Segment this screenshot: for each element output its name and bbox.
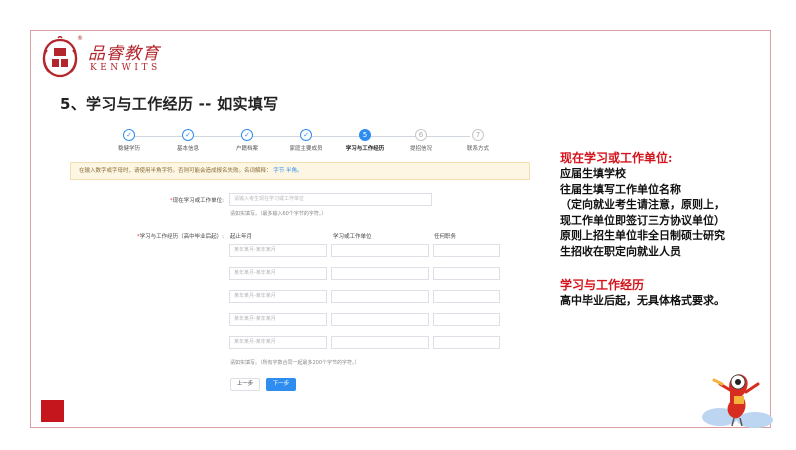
notice-text: 在输入数字或字母时，请使用半角字符。否则可能会造成报名失败。名词解释：: [79, 168, 272, 174]
step-1[interactable]: ✓ 稳健学历: [97, 129, 161, 152]
period-input[interactable]: 某年某月-某年某月: [229, 244, 327, 257]
step-4[interactable]: ✓ 家庭主要成员: [274, 129, 338, 152]
unit-input[interactable]: [331, 244, 429, 257]
step-number: 6: [415, 129, 427, 141]
step-label: 稳健学历: [117, 146, 140, 152]
note-heading-current: 现在学习或工作单位:: [560, 151, 673, 165]
step-label: 基本信息: [176, 146, 199, 152]
col-head-period: 起止年月: [230, 234, 253, 240]
note-heading-history: 学习与工作经历: [560, 278, 645, 292]
step-2[interactable]: ✓ 基本信息: [156, 129, 220, 152]
next-button[interactable]: 下一步: [266, 378, 296, 391]
step-number: 5: [359, 129, 371, 141]
current-unit-input[interactable]: 请输入考生现在学习或工作单位: [229, 193, 432, 206]
period-input[interactable]: 某年某月-某年某月: [229, 267, 327, 280]
unit-input[interactable]: [331, 290, 429, 303]
mascot-illustration: [702, 374, 773, 428]
step-6[interactable]: 6 提招信况: [389, 129, 453, 152]
note-line: （定向就业考生请注意，原则上，: [560, 198, 725, 211]
step-label: 提招信况: [409, 146, 432, 152]
step-label: 学习与工作经历: [345, 146, 385, 152]
step-check-icon: ✓: [300, 129, 312, 141]
registration-steps: ✓ 稳健学历 ✓ 基本信息 ✓ 户籍档案 ✓ 家庭主要成员 5 学习与工作经历 …: [100, 129, 505, 155]
period-input[interactable]: 某年某月-某年某月: [229, 290, 327, 303]
col-head-unit: 学习或工作单位: [333, 234, 372, 240]
note-line: 高中毕业后起，无具体格式要求。: [560, 294, 725, 307]
step-check-icon: ✓: [241, 129, 253, 141]
red-square-decoration: [41, 400, 64, 422]
position-input[interactable]: [433, 244, 500, 257]
period-input[interactable]: 某年某月-某年某月: [229, 313, 327, 326]
position-input[interactable]: [433, 336, 500, 349]
history-hint: 请如实填写。（所有字数合同一起最多200个字节的字符。）: [230, 360, 360, 366]
notice-link[interactable]: 字节 半角。: [273, 168, 302, 174]
logo-cn-text: 品睿教育: [88, 44, 160, 64]
period-input[interactable]: 某年某月-某年某月: [229, 336, 327, 349]
step-5[interactable]: 5 学习与工作经历: [333, 129, 397, 152]
slide-title: 5、学习与工作经历 -- 如实填写: [60, 95, 279, 113]
unit-input[interactable]: [331, 267, 429, 280]
unit-input[interactable]: [331, 336, 429, 349]
step-check-icon: ✓: [123, 129, 135, 141]
current-unit-label: *现在学习或工作单位:: [150, 196, 224, 204]
current-unit-hint: 请如实填写。（最多输入60个字节的字符。）: [230, 211, 327, 217]
note-line: 原则上招生单位非全日制硕士研究: [560, 229, 725, 242]
step-7[interactable]: 7 联系方式: [446, 129, 510, 152]
logo-en-text: KENWITS: [90, 63, 161, 73]
note-line: 应届生填学校: [560, 167, 626, 180]
step-label: 户籍档案: [235, 146, 258, 152]
history-label: *学习与工作经历（高中毕业后起）:: [118, 232, 224, 240]
step-3[interactable]: ✓ 户籍档案: [215, 129, 279, 152]
position-input[interactable]: [433, 313, 500, 326]
notice-banner: 在输入数字或字母时，请使用半角字符。否则可能会造成报名失败。名词解释： 字节 半…: [70, 162, 530, 180]
position-input[interactable]: [433, 267, 500, 280]
col-head-position: 任何职务: [434, 234, 457, 240]
history-label-text: 学习与工作经历（高中毕业后起）:: [139, 234, 224, 240]
unit-input[interactable]: [331, 313, 429, 326]
explanation-notes: 现在学习或工作单位: 应届生填学校 往届生填写工作单位名称 （定向就业考生请注意…: [560, 150, 775, 309]
logo-emblem-icon: [42, 36, 78, 78]
registered-mark: ®: [77, 35, 83, 42]
step-check-icon: ✓: [182, 129, 194, 141]
step-number: 7: [472, 129, 484, 141]
step-label: 家庭主要成员: [289, 146, 323, 152]
prev-button[interactable]: 上一步: [230, 378, 260, 391]
note-line: 往届生填写工作单位名称: [560, 182, 681, 196]
kenwits-logo: ® 品睿教育 KENWITS: [38, 35, 178, 80]
current-unit-label-text: 现在学习或工作单位:: [172, 198, 224, 204]
step-label: 联系方式: [466, 146, 489, 152]
note-line: 生招收在职定向就业人员: [560, 244, 681, 258]
note-line: 现工作单位即签订三方协议单位）: [560, 213, 725, 227]
position-input[interactable]: [433, 290, 500, 303]
